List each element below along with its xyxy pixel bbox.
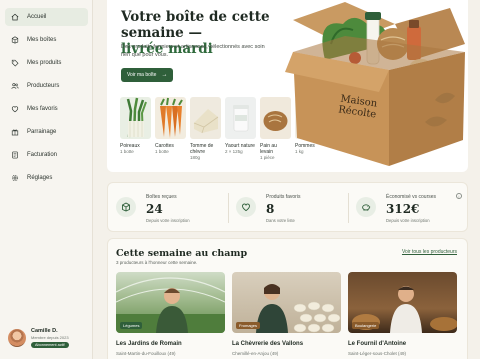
product-item[interactable]: Poireaux 1 botte bbox=[120, 97, 151, 155]
sidebar-item-label: Parrainage bbox=[27, 129, 57, 135]
product-item[interactable]: Tomme de chèvre 180g bbox=[190, 97, 221, 161]
piggy-bank-icon bbox=[356, 197, 376, 217]
farm-subtitle: 3 producteurs à l'honneur cette semaine. bbox=[116, 260, 198, 265]
member-since: Membre depuis 2023 bbox=[31, 335, 69, 340]
user-profile[interactable]: Camille D. Membre depuis 2023 Abonnement… bbox=[8, 324, 88, 352]
stat-label: Économisé vs courses bbox=[386, 194, 437, 200]
stat-boxes-received: Boîtes reçues 24 Depuis votre inscriptio… bbox=[108, 183, 228, 233]
producer-photo: Fromages bbox=[232, 272, 341, 333]
info-icon[interactable]: i bbox=[456, 193, 462, 199]
producer-photo: Boulangerie bbox=[348, 272, 457, 333]
subscription-badge: Abonnement actif bbox=[31, 342, 69, 348]
producer-name: Le Fournil d'Antoine bbox=[348, 341, 407, 347]
producer-location: Saint-Léger-sous-Cholet (49) bbox=[348, 351, 407, 356]
product-qty: 2 × 125g bbox=[225, 149, 243, 154]
producer-name: La Chèvrerie des Vallons bbox=[232, 341, 304, 347]
product-qty: 180g bbox=[190, 155, 201, 160]
heart-icon bbox=[236, 197, 256, 217]
users-icon bbox=[11, 82, 19, 90]
user-name: Camille D. bbox=[31, 328, 58, 334]
producer-name: Les Jardins de Romain bbox=[116, 341, 182, 347]
producer-location: Saint-Martin-du-Fouilloux (49) bbox=[116, 351, 176, 356]
category-tag: Légumes bbox=[120, 322, 143, 329]
hero-title-main: Votre boîte de cette semaine — bbox=[121, 9, 270, 41]
product-item[interactable]: Yaourt nature 2 × 125g bbox=[225, 97, 256, 155]
stat-savings: Économisé vs courses 312€ Depuis votre i… bbox=[348, 183, 468, 233]
farm-title: Cette semaine au champ bbox=[116, 248, 248, 259]
leek-image bbox=[120, 97, 151, 139]
sidebar-item-mes-favoris[interactable]: Mes favoris bbox=[5, 100, 88, 118]
producer-card[interactable]: Fromages La Chèvrerie des Vallons Chemil… bbox=[232, 272, 341, 359]
stat-favorite-products: Produits favoris 8 Dans votre liste bbox=[228, 183, 348, 233]
sidebar-item-label: Facturation bbox=[27, 152, 58, 158]
user-meta: Camille D. Membre depuis 2023 Abonnement… bbox=[31, 328, 69, 348]
view-box-button[interactable]: Voir ma boîte → bbox=[121, 68, 174, 82]
farm-section: Cette semaine au champ 3 producteurs à l… bbox=[107, 238, 468, 359]
carrot-image bbox=[155, 97, 186, 139]
producer-photo: Légumes bbox=[116, 272, 225, 333]
box-icon bbox=[11, 36, 19, 44]
invoice-icon bbox=[11, 151, 19, 159]
category-tag: Boulangerie bbox=[352, 322, 380, 329]
sidebar-item-label: Mes boîtes bbox=[27, 37, 57, 43]
stat-sub: Depuis votre inscription bbox=[386, 218, 430, 223]
producer-location: Chemillé-en-Anjou (49) bbox=[232, 351, 279, 356]
stat-sub: Dans votre liste bbox=[266, 218, 295, 223]
hero-description: Des produits fermiers et artisanaux, sél… bbox=[121, 44, 265, 58]
stat-value: 312€ bbox=[386, 202, 420, 216]
sidebar-item-facturation[interactable]: Facturation bbox=[5, 146, 88, 164]
stat-label: Produits favoris bbox=[266, 194, 301, 200]
arrow-right-icon: → bbox=[161, 72, 168, 78]
product-qty: 1 botte bbox=[155, 149, 169, 154]
sidebar: Accueil Mes boîtes Mes produits Producte… bbox=[0, 0, 93, 359]
sidebar-item-producteurs[interactable]: Producteurs bbox=[5, 77, 88, 95]
see-all-producers-link[interactable]: Voir tous les producteurs bbox=[402, 249, 457, 255]
home-icon bbox=[11, 13, 19, 21]
sidebar-nav: Accueil Mes boîtes Mes produits Producte… bbox=[5, 8, 88, 192]
yogurt-image bbox=[225, 97, 256, 139]
stat-sub: Depuis votre inscription bbox=[146, 218, 190, 223]
sidebar-item-label: Accueil bbox=[27, 14, 47, 20]
sidebar-item-parrainage[interactable]: Parrainage bbox=[5, 123, 88, 141]
sidebar-item-reglages[interactable]: Réglages bbox=[5, 169, 88, 187]
sidebar-item-label: Producteurs bbox=[27, 83, 60, 89]
tag-icon bbox=[11, 59, 19, 67]
product-item[interactable]: Carottes 1 botte bbox=[155, 97, 186, 155]
box-illustration: Maison Récolte bbox=[285, 0, 468, 172]
product-name: Tomme de chèvre bbox=[190, 143, 214, 155]
stat-label: Boîtes reçues bbox=[146, 194, 177, 200]
producer-card[interactable]: Boulangerie Le Fournil d'Antoine Saint-L… bbox=[348, 272, 457, 359]
category-tag: Fromages bbox=[236, 322, 261, 329]
sidebar-item-label: Mes produits bbox=[27, 60, 62, 66]
avatar bbox=[8, 329, 26, 347]
heart-icon bbox=[11, 105, 19, 113]
producer-card[interactable]: Légumes Les Jardins de Romain Saint-Mart… bbox=[116, 272, 225, 359]
box-icon bbox=[116, 197, 136, 217]
cheese-image bbox=[190, 97, 221, 139]
sidebar-item-label: Mes favoris bbox=[27, 106, 58, 112]
sidebar-item-label: Réglages bbox=[27, 175, 53, 181]
gift-icon bbox=[11, 128, 19, 136]
sidebar-item-accueil[interactable]: Accueil bbox=[5, 8, 88, 26]
stat-value: 24 bbox=[146, 202, 163, 216]
product-qty: 1 botte bbox=[120, 149, 134, 154]
stats-panel: Boîtes reçues 24 Depuis votre inscriptio… bbox=[107, 182, 468, 232]
view-box-button-label: Voir ma boîte bbox=[127, 72, 157, 78]
sidebar-item-mes-boites[interactable]: Mes boîtes bbox=[5, 31, 88, 49]
gear-icon bbox=[11, 174, 19, 182]
stat-value: 8 bbox=[266, 202, 275, 216]
sidebar-item-mes-produits[interactable]: Mes produits bbox=[5, 54, 88, 72]
